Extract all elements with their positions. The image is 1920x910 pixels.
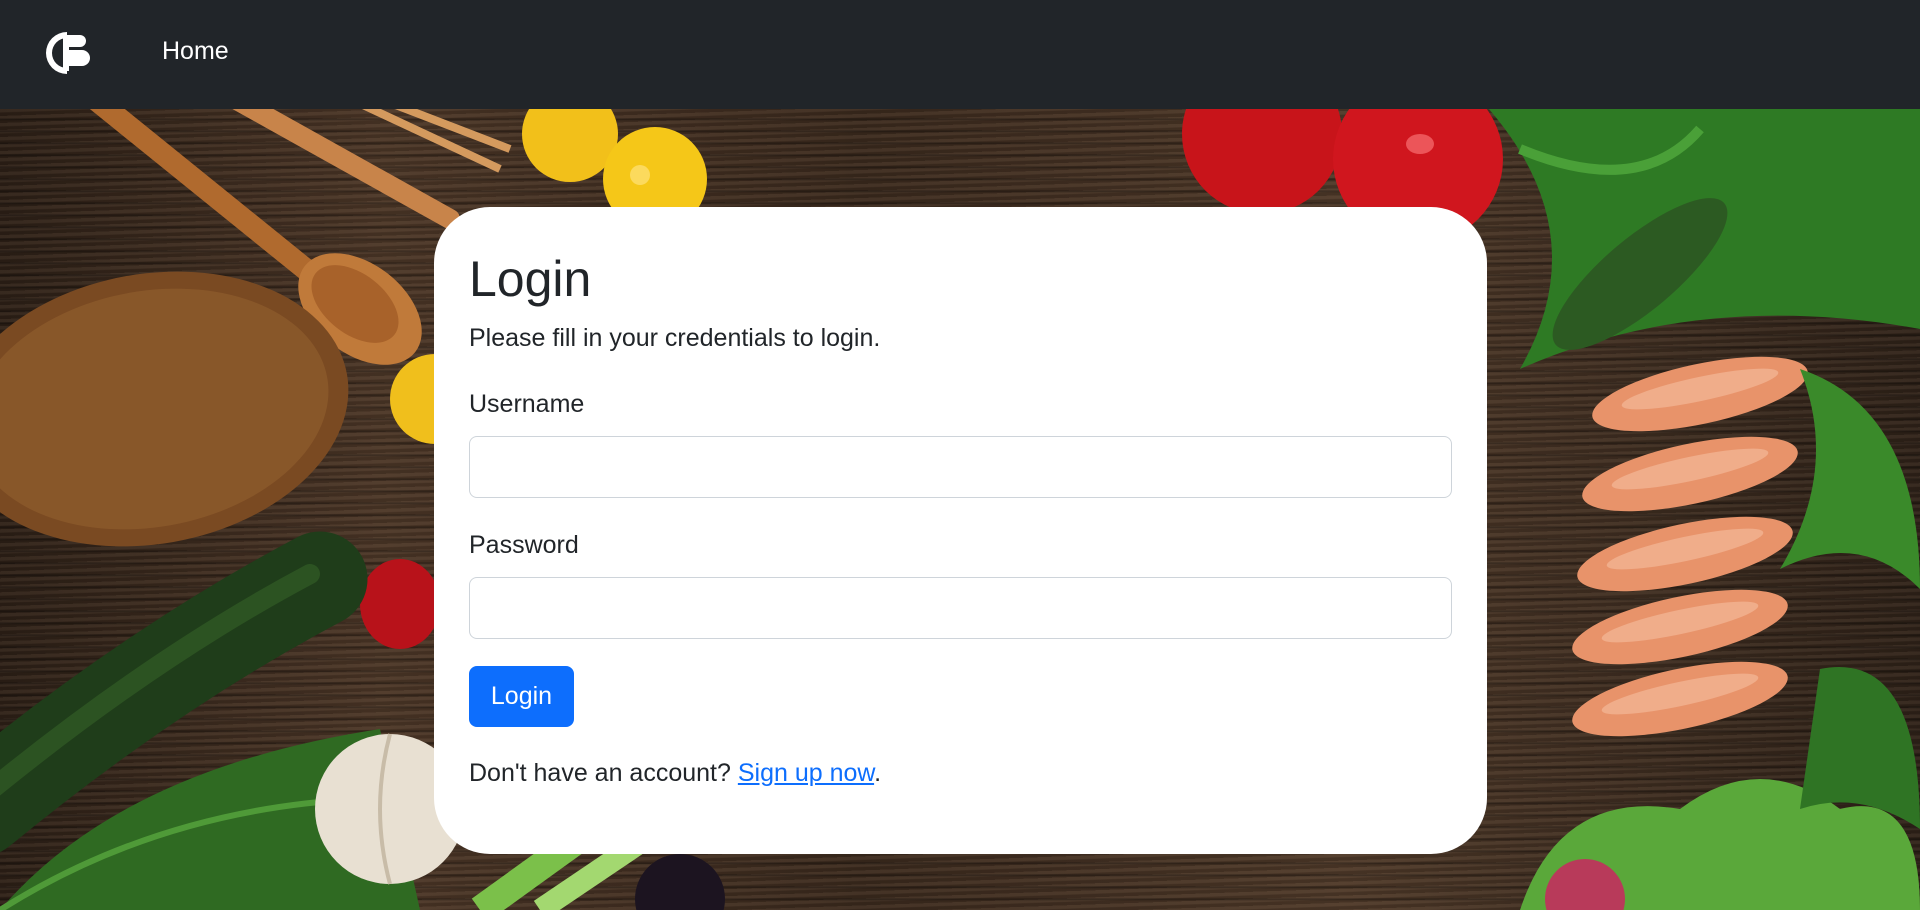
login-subtitle: Please fill in your credentials to login… xyxy=(469,324,881,352)
login-card: Login Please fill in your credentials to… xyxy=(434,207,1487,854)
username-input[interactable] xyxy=(469,436,1452,498)
password-input[interactable] xyxy=(469,577,1452,639)
brand-logo-icon[interactable] xyxy=(44,30,90,76)
signup-prompt-text: Don't have an account? xyxy=(469,759,731,787)
login-submit-button[interactable]: Login xyxy=(469,666,574,727)
top-navbar: Home xyxy=(0,0,1920,109)
username-label: Username xyxy=(469,390,585,418)
signup-prompt: Don't have an account? Sign up now. xyxy=(469,758,881,788)
login-title: Login xyxy=(469,251,592,307)
nav-home-link[interactable]: Home xyxy=(162,36,229,66)
password-label: Password xyxy=(469,531,579,559)
signup-link[interactable]: Sign up now xyxy=(738,759,874,787)
signup-suffix: . xyxy=(874,759,882,787)
